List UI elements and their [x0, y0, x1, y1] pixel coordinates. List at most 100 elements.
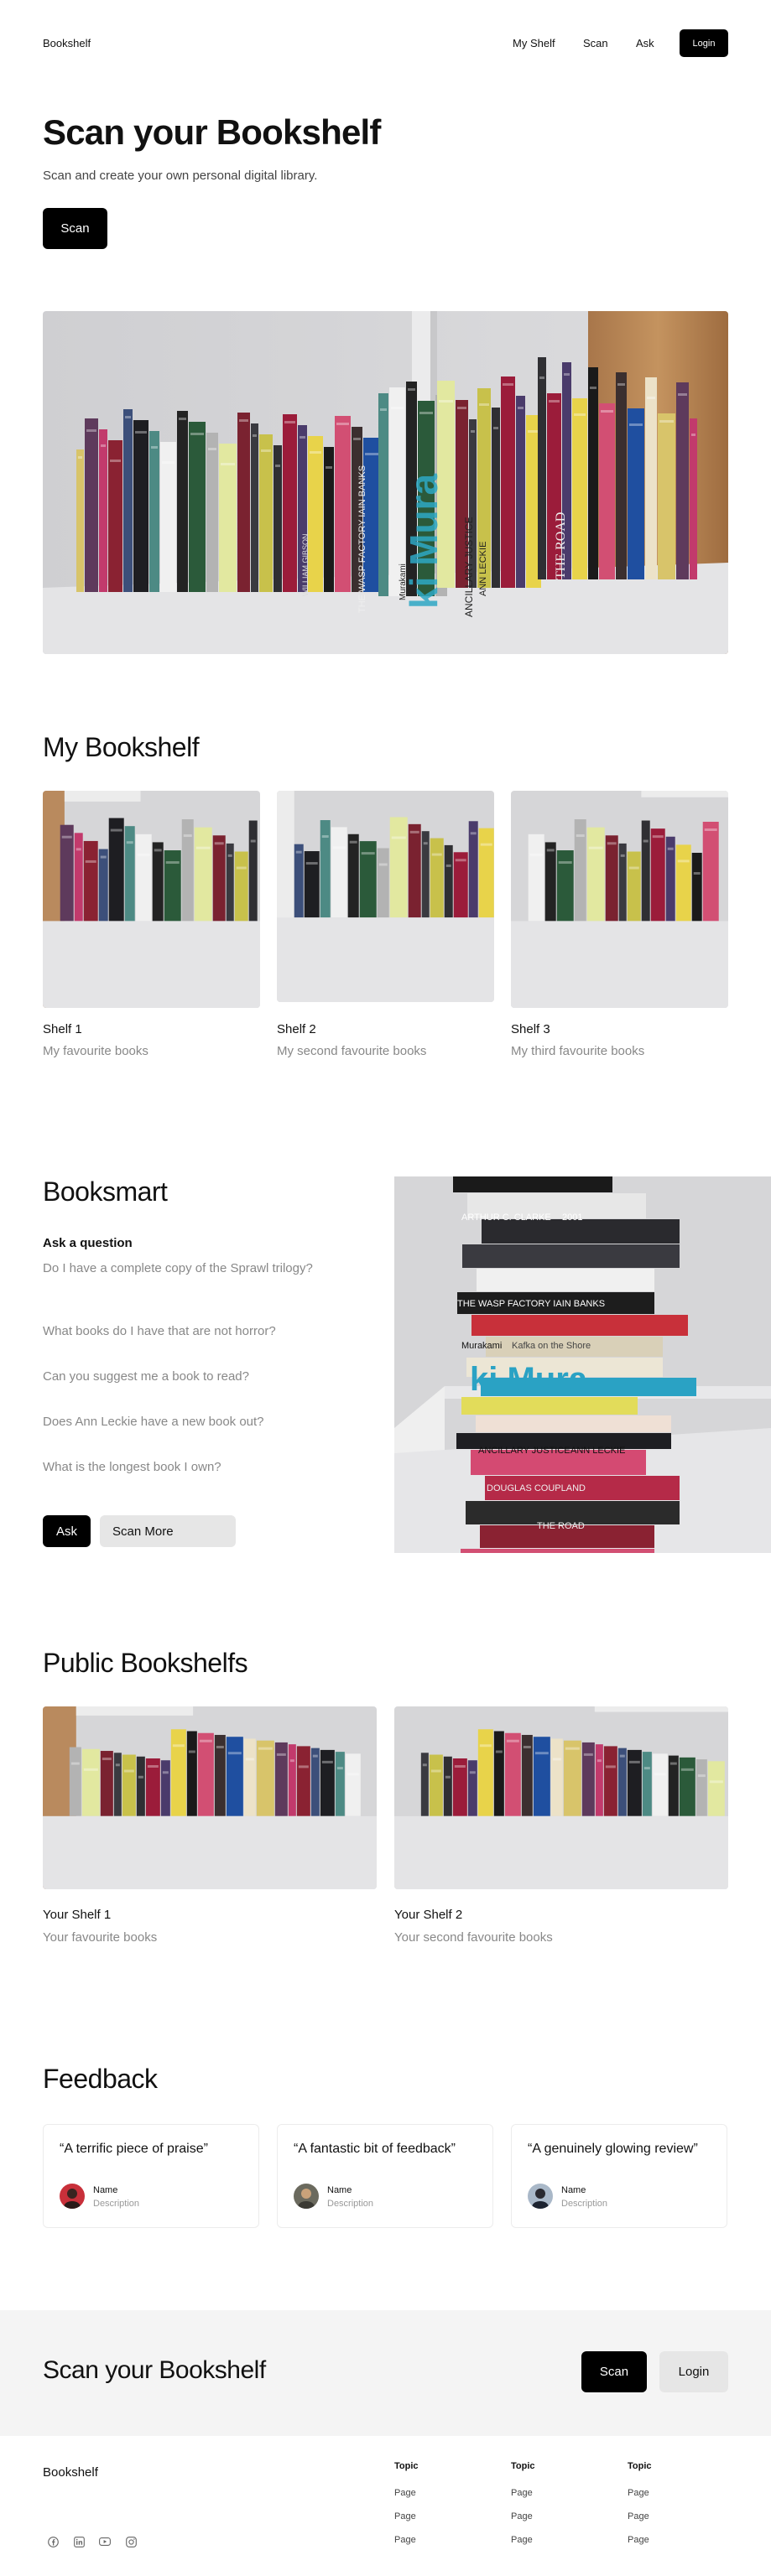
- book-spine: [603, 1746, 617, 1816]
- brand-logo[interactable]: Bookshelf: [43, 37, 91, 49]
- book-spine-band: [697, 1774, 706, 1778]
- book-spine-band: [336, 423, 349, 425]
- question-item[interactable]: Does Ann Leckie have a new book out?: [43, 1413, 320, 1431]
- book-spine-band: [195, 846, 211, 849]
- question-item[interactable]: Do I have a complete copy of the Sprawl …: [43, 1259, 320, 1277]
- book-spine: [628, 408, 644, 579]
- hero-subtitle: Scan and create your own personal digita…: [43, 169, 318, 183]
- book-spine: [691, 853, 702, 922]
- shelf-1-image[interactable]: [43, 791, 260, 1008]
- book-spine: [85, 418, 98, 592]
- book-spine: [186, 1731, 197, 1816]
- shelf-2-title[interactable]: Shelf 2: [277, 1022, 316, 1036]
- book-spine-band: [480, 843, 492, 846]
- stacked-book: [453, 1176, 612, 1192]
- footer-link[interactable]: Page: [628, 2511, 649, 2521]
- nav-my-shelf[interactable]: My Shelf: [513, 37, 555, 49]
- stack-spine-text: ANN LECKIE: [570, 1446, 625, 1456]
- booksmart-title: Booksmart: [43, 1176, 168, 1207]
- shelf-edge: [64, 791, 141, 802]
- youtube-icon[interactable]: [98, 2535, 112, 2548]
- book-spine-band: [629, 423, 643, 426]
- book-spine-band: [300, 436, 305, 439]
- book-spine: [320, 820, 331, 918]
- stacked-book: [471, 1315, 688, 1336]
- footer-link[interactable]: Page: [394, 2488, 416, 2498]
- spine-ann-leckie: ANN LECKIE: [478, 542, 488, 596]
- book-spine-band: [83, 1768, 98, 1771]
- book-spine: [98, 849, 108, 922]
- footer-link[interactable]: Page: [511, 2511, 533, 2521]
- bookshelf-photo-icon: [511, 791, 728, 1008]
- login-button[interactable]: Login: [680, 29, 728, 57]
- footer-link[interactable]: Page: [511, 2535, 533, 2545]
- feedback-name: Name: [561, 2185, 586, 2195]
- book-spine: [650, 828, 665, 922]
- book-spine-band: [409, 830, 419, 834]
- cta-login-button[interactable]: Login: [659, 2351, 728, 2392]
- shelf-edge: [641, 791, 728, 797]
- instagram-icon[interactable]: [124, 2535, 138, 2548]
- book-spine-band: [250, 839, 256, 843]
- nav-scan[interactable]: Scan: [583, 37, 608, 49]
- footer-link[interactable]: Page: [394, 2535, 416, 2545]
- book-spine: [652, 1753, 668, 1816]
- shelf-3-title[interactable]: Shelf 3: [511, 1022, 550, 1036]
- linkedin-icon[interactable]: [72, 2535, 86, 2548]
- public-shelf-2-title[interactable]: Your Shelf 2: [394, 1908, 462, 1922]
- public-shelf-1-image[interactable]: [43, 1706, 377, 1889]
- shelf-2-image[interactable]: [277, 791, 494, 1002]
- ask-button[interactable]: Ask: [43, 1515, 91, 1547]
- book-spine: [331, 827, 347, 918]
- scan-more-button[interactable]: Scan More: [100, 1515, 236, 1547]
- feedback-desc: Description: [561, 2199, 608, 2209]
- public-shelf-1-title[interactable]: Your Shelf 1: [43, 1908, 111, 1922]
- question-item[interactable]: What books do I have that are not horror…: [43, 1322, 320, 1340]
- book-spine-band: [126, 841, 133, 844]
- hero-scan-button[interactable]: Scan: [43, 208, 107, 249]
- book-spine-band: [110, 460, 121, 462]
- book-spine: [81, 1748, 100, 1816]
- book-spine-band: [479, 1744, 492, 1748]
- public-shelf-2-desc: Your second favourite books: [394, 1930, 553, 1945]
- book-spine: [304, 851, 320, 918]
- footer-link[interactable]: Page: [394, 2511, 416, 2521]
- footer-link[interactable]: Page: [511, 2488, 533, 2498]
- footer-link[interactable]: Page: [628, 2488, 649, 2498]
- footer-brand[interactable]: Bookshelf: [43, 2465, 98, 2480]
- nav-ask[interactable]: Ask: [636, 37, 654, 49]
- book-spine-band: [61, 835, 72, 839]
- feedback-title: Feedback: [43, 2064, 158, 2094]
- book-spine-band: [332, 846, 346, 849]
- book-spine-band: [659, 420, 674, 423]
- question-item[interactable]: Can you suggest me a book to read?: [43, 1368, 320, 1385]
- book-spine: [69, 1747, 81, 1816]
- book-spine-band: [227, 854, 232, 857]
- spine-wasp-factory: THE WASP FACTORY IAIN BANKS: [357, 465, 367, 613]
- book-spine-band: [652, 835, 664, 839]
- book-spine-band: [110, 828, 122, 832]
- book-spine: [194, 827, 212, 922]
- book-spine-band: [479, 403, 489, 406]
- book-spine: [443, 1756, 452, 1816]
- book-spine: [164, 850, 181, 922]
- shelf-surface: [394, 1815, 728, 1889]
- hero-title: Scan your Bookshelf: [43, 112, 381, 152]
- shelf-1-desc: My favourite books: [43, 1044, 148, 1058]
- book-spine-band: [147, 1765, 159, 1768]
- book-spine-band: [253, 434, 257, 437]
- book-spine: [675, 844, 691, 922]
- bookshelf-photo-icon: [43, 791, 260, 1008]
- public-shelf-2-image[interactable]: [394, 1706, 728, 1889]
- book-spine-band: [295, 850, 302, 854]
- book-spine: [599, 403, 615, 579]
- question-item[interactable]: What is the longest book I own?: [43, 1458, 320, 1476]
- book-spine-band: [669, 1762, 677, 1765]
- book-spine-band: [667, 847, 674, 850]
- facebook-icon[interactable]: [46, 2535, 60, 2548]
- shelf-3-image[interactable]: [511, 791, 728, 1008]
- footer-link[interactable]: Page: [628, 2535, 649, 2545]
- shelf-1-title[interactable]: Shelf 1: [43, 1022, 82, 1036]
- cta-scan-button[interactable]: Scan: [581, 2351, 647, 2392]
- feedback-card: “A terrific piece of praise” Name Descri…: [43, 2124, 259, 2228]
